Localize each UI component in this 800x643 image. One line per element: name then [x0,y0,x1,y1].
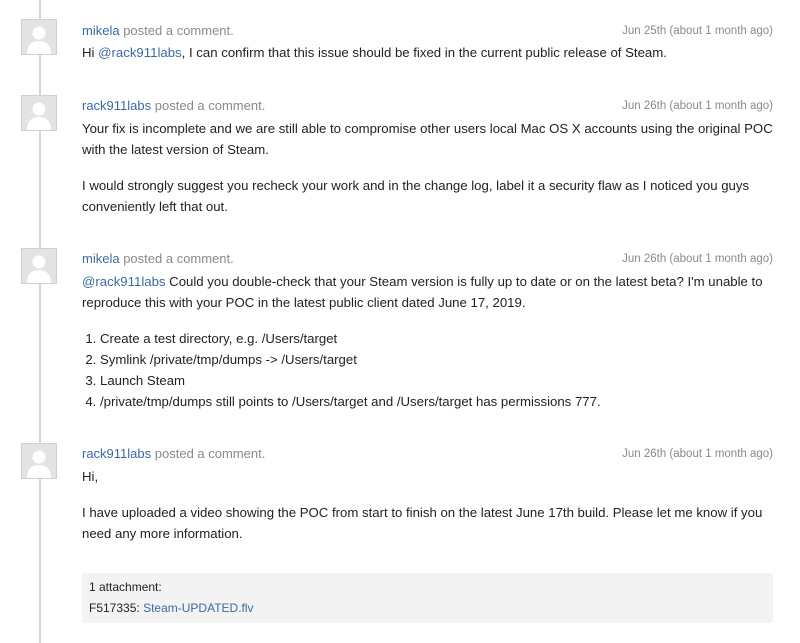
comment-timestamp[interactable]: Jun 26th (about 1 month ago) [622,98,773,114]
comment-body: Hi, I have uploaded a video showing the … [82,466,773,544]
comment-paragraph: I have uploaded a video showing the POC … [82,505,763,541]
comment-paragraph: Your fix is incomplete and we are still … [82,121,773,157]
user-silhouette-icon [22,444,56,478]
user-silhouette-icon [22,249,56,283]
comment-timestamp[interactable]: Jun 26th (about 1 month ago) [622,251,773,267]
author-link[interactable]: mikela [82,23,120,38]
attachment-file: F517335: Steam-UPDATED.flv [89,598,766,619]
list-item: /private/tmp/dumps still points to /User… [100,391,773,412]
comment-header: rack911labs posted a comment. Jun 26th (… [82,446,773,462]
attachment-box: 1 attachment: F517335: Steam-UPDATED.flv [82,573,773,623]
user-mention-link[interactable]: @rack911labs [98,45,182,60]
avatar[interactable] [21,19,57,55]
list-item: Launch Steam [100,370,773,391]
comment-text: Could you double-check that your Steam v… [82,274,763,310]
comment-timestamp[interactable]: Jun 26th (about 1 month ago) [622,446,773,462]
comment-body: @rack911labs Could you double-check that… [82,271,773,412]
comment-paragraph: Hi, [82,469,99,484]
user-silhouette-icon [22,20,56,54]
list-item: Create a test directory, e.g. /Users/tar… [100,328,773,349]
comment-text: , I can confirm that this issue should b… [181,45,667,60]
comment-header: rack911labs posted a comment. Jun 26th (… [82,98,773,114]
comment-timeline: mikela posted a comment. Jun 25th (about… [0,0,800,643]
avatar[interactable] [21,248,57,284]
avatar[interactable] [21,443,57,479]
attachment-file-id: F517335: [89,601,140,615]
comment-action: posted a comment. [123,23,234,38]
attachment-count: 1 attachment: [89,580,162,594]
comment-paragraph: I would strongly suggest you recheck you… [82,178,750,214]
comment-header: mikela posted a comment. Jun 26th (about… [82,251,773,267]
comment-body: Your fix is incomplete and we are still … [82,118,773,217]
comment-action: posted a comment. [154,446,266,461]
avatar[interactable] [21,95,57,131]
list-item: Symlink /private/tmp/dumps -> /Users/tar… [100,349,773,370]
user-mention-link[interactable]: @rack911labs [82,274,166,289]
attachment-file-link[interactable]: Steam-UPDATED.flv [143,601,253,615]
comment-action: posted a comment. [123,251,234,266]
comment-paragraph: @rack911labs Could you double-check that… [82,271,773,313]
steps-list: Create a test directory, e.g. /Users/tar… [82,328,773,412]
comment-body: Hi @rack911labs, I can confirm that this… [82,42,773,63]
author-link[interactable]: rack911labs [82,98,151,113]
author-link[interactable]: mikela [82,251,120,266]
comment-header: mikela posted a comment. Jun 25th (about… [82,23,773,39]
author-link[interactable]: rack911labs [82,446,151,461]
comment-timestamp[interactable]: Jun 25th (about 1 month ago) [622,23,773,39]
comment-text: Hi [82,45,99,60]
comment-paragraph: Hi @rack911labs, I can confirm that this… [82,42,773,63]
user-silhouette-icon [22,96,56,130]
comment-action: posted a comment. [154,98,266,113]
